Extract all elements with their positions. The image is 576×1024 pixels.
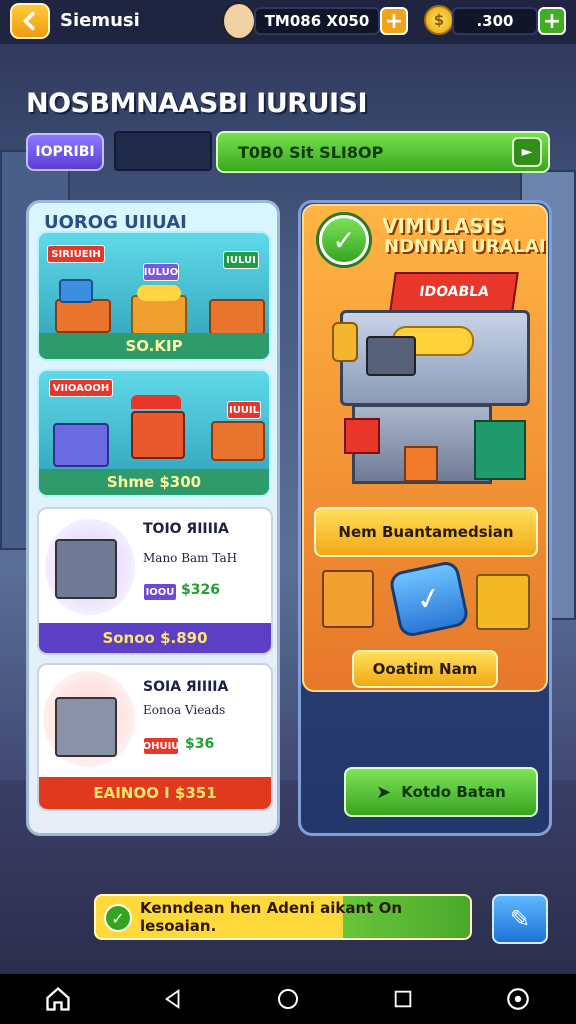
confirm-button-label: Kotdo Batan xyxy=(401,783,506,801)
screen-title: Siemusi xyxy=(60,10,140,31)
monitor-icon xyxy=(59,279,93,303)
add-cash-button[interactable]: + xyxy=(380,7,408,35)
item-tag: OHUIU xyxy=(143,737,179,755)
player-avatar[interactable] xyxy=(222,2,256,40)
card-price-bar: EAINOO I $351 xyxy=(39,777,271,809)
shop-card-4[interactable]: SOIA ЯIIIIA Eonoa Vieads OHUIU $36 EAINO… xyxy=(37,663,273,811)
checkmark-badge: ✓ xyxy=(316,212,372,268)
stall-icon xyxy=(53,423,109,467)
home-circle-icon[interactable] xyxy=(268,979,308,1019)
primary-action-button[interactable]: Nem Buantamedsian xyxy=(314,507,538,557)
back-button[interactable] xyxy=(10,3,50,39)
package-icon xyxy=(474,420,526,480)
add-coins-button[interactable]: + xyxy=(538,7,566,35)
item-name: SOIA ЯIIIIA xyxy=(143,679,229,695)
stall-icon xyxy=(209,299,265,335)
coin-stack-icon xyxy=(332,322,358,362)
item-description: Eonoa Vieads xyxy=(143,703,226,717)
item-description: Mano Bam TaH xyxy=(143,551,238,565)
shop-card-1[interactable]: SIRIUEIH IULUO IULUI SO.KIP xyxy=(37,231,271,361)
secondary-action-button[interactable]: Ooatim Nam xyxy=(352,650,498,688)
cart-icon xyxy=(55,539,117,599)
cash-register-icon xyxy=(366,336,416,376)
item-tag: IOOU xyxy=(143,583,177,601)
page-heading: NOSBMNAASBI IURUISI xyxy=(26,88,368,119)
check-icon: ✓ xyxy=(104,904,132,932)
coins-icon xyxy=(137,285,181,301)
back-nav-icon[interactable] xyxy=(153,979,193,1019)
cart-icon xyxy=(131,411,185,459)
item-price: $326 xyxy=(181,582,220,598)
share-button[interactable]: ✎ xyxy=(492,894,548,944)
confirm-button[interactable]: ➤ Kotdo Batan xyxy=(344,767,538,817)
gift-box-icon xyxy=(404,446,438,482)
cart-icon xyxy=(55,697,117,757)
coin-icon: $ xyxy=(424,5,454,35)
card-price-bar: Sonoo $.890 xyxy=(39,623,271,653)
card-tag: VIIOAOOH xyxy=(49,379,113,397)
arrow-right-icon: ► xyxy=(512,137,542,167)
card-tag: SIRIUEIH xyxy=(47,245,105,263)
currency-cash-display: TM086 X050 xyxy=(254,7,380,35)
item-price: $36 xyxy=(185,736,215,752)
recents-icon[interactable] xyxy=(383,979,423,1019)
empty-slot xyxy=(114,131,212,171)
system-nav-bar xyxy=(0,974,576,1024)
ticket-icon: ➤ xyxy=(376,781,392,803)
chevron-left-icon xyxy=(23,11,35,31)
card-tag: IUUIL xyxy=(227,401,261,419)
checkmark-icon: ✓ xyxy=(322,218,366,262)
shop-card-3[interactable]: TOIO ЯIIIIA Mano Bam TaH IOOU $326 Sonoo… xyxy=(37,507,273,655)
tab-button[interactable]: IOPRIBI xyxy=(26,133,104,171)
shop-card-2[interactable]: VIIOAOOH IUUIL Shme $300 xyxy=(37,369,271,497)
simulation-subtitle: NDNNAI URALAI xyxy=(384,236,546,257)
panel-title: UOROG UIIUAI xyxy=(44,212,187,233)
stall-icon xyxy=(211,421,265,461)
simulation-title: VIMULASIS xyxy=(382,214,506,238)
card-tag: IULUI xyxy=(223,251,259,269)
action-bar-label: T0B0 Sit SLI8OP xyxy=(238,142,384,162)
store-item-icon[interactable] xyxy=(322,570,374,628)
tip-text: Kenndean hen Adeni aikant On lesoaian. xyxy=(140,899,403,935)
awning-icon xyxy=(131,395,181,409)
cash-box-icon[interactable] xyxy=(476,574,530,630)
currency-coin-display: .300 xyxy=(452,7,538,35)
gift-box-icon xyxy=(344,418,380,454)
pencil-icon: ✎ xyxy=(509,905,531,933)
card-price-bar: Shme $300 xyxy=(39,469,269,495)
home-icon[interactable] xyxy=(38,979,78,1019)
assistant-icon[interactable] xyxy=(498,979,538,1019)
tip-banner[interactable]: ✓ Kenndean hen Adeni aikant On lesoaian. xyxy=(94,894,472,940)
shop-sign: IDOABLA xyxy=(389,272,519,312)
card-tag: IULUO xyxy=(143,263,179,281)
card-price-bar: SO.KIP xyxy=(39,333,269,359)
stall-icon xyxy=(55,299,111,333)
action-bar-button[interactable]: T0B0 Sit SLI8OP ► xyxy=(216,131,550,173)
item-name: TOIO ЯIIIIA xyxy=(143,521,229,537)
stall-icon xyxy=(131,295,187,335)
shop-list-panel: SIRIUEIH IULUO IULUI SO.KIP VIIOAOOH IUU… xyxy=(26,200,280,836)
